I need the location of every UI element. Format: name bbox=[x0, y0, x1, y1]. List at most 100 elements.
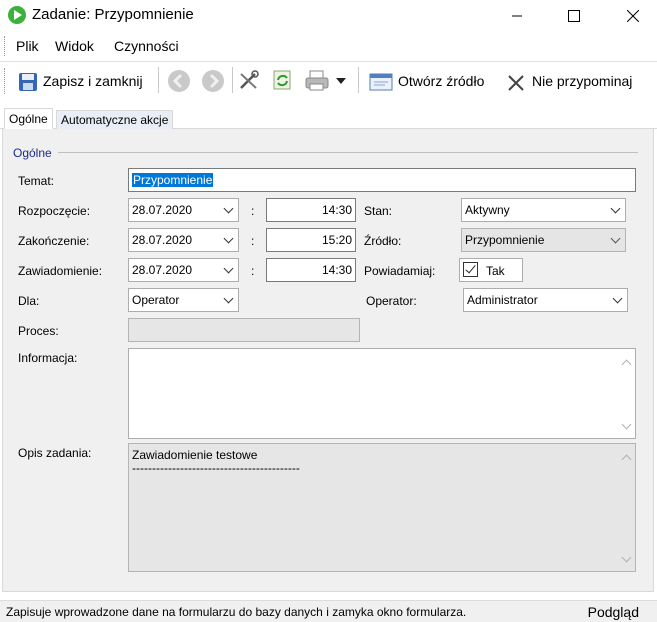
for-value: Operator bbox=[132, 293, 180, 307]
end-label: Zakończenie: bbox=[18, 234, 90, 248]
printer-icon bbox=[305, 70, 329, 91]
operator-select[interactable]: Administrator bbox=[463, 288, 628, 312]
refresh-button[interactable] bbox=[272, 69, 294, 91]
process-input[interactable] bbox=[128, 318, 360, 342]
status-value: Aktywny bbox=[465, 203, 510, 217]
back-button[interactable] bbox=[167, 69, 191, 93]
chevron-down-icon bbox=[223, 233, 234, 244]
info-label: Informacja: bbox=[18, 351, 78, 365]
group-divider bbox=[58, 152, 638, 153]
status-label: Stan: bbox=[364, 204, 393, 218]
time-colon: : bbox=[251, 234, 255, 248]
for-select[interactable]: Operator bbox=[128, 288, 239, 312]
remind-value: Tak bbox=[486, 264, 505, 278]
start-time-input[interactable]: 14:30 bbox=[266, 198, 356, 222]
remind-label: Powiadamiaj: bbox=[364, 264, 436, 278]
chevron-down-icon bbox=[610, 203, 621, 214]
toolbar-separator bbox=[232, 67, 233, 93]
toolbar-separator bbox=[158, 67, 159, 93]
status-select[interactable]: Aktywny bbox=[461, 198, 626, 222]
subject-value: Przypomnienie bbox=[132, 173, 214, 187]
tab-ogolne[interactable]: Ogólne bbox=[4, 108, 53, 129]
process-label: Proces: bbox=[18, 324, 59, 338]
maximize-button[interactable] bbox=[551, 0, 597, 31]
status-text: Zapisuje wprowadzone dane na formularzu … bbox=[6, 605, 467, 619]
chevron-down-icon bbox=[223, 203, 234, 214]
chevron-down-icon bbox=[612, 293, 623, 304]
subject-label: Temat: bbox=[18, 174, 55, 188]
tab-automatyczne-akcje[interactable]: Automatyczne akcje bbox=[56, 110, 174, 129]
remind-checkbox[interactable]: Tak bbox=[459, 258, 523, 282]
subject-input[interactable]: Przypomnienie bbox=[128, 168, 636, 192]
title-bar: Zadanie: Przypomnienie bbox=[0, 0, 657, 31]
end-date-value: 28.07.2020 bbox=[132, 233, 193, 247]
menu-czynnosci[interactable]: Czynności bbox=[114, 38, 179, 54]
save-close-label: Zapisz i zamknij bbox=[43, 73, 143, 89]
desc-label: Opis zadania: bbox=[18, 446, 92, 460]
minimize-button[interactable] bbox=[494, 0, 540, 31]
toolbar-grip bbox=[4, 68, 7, 94]
open-source-button[interactable]: Otwórz źródło bbox=[366, 68, 496, 96]
close-button[interactable] bbox=[610, 0, 656, 31]
notify-time-input[interactable]: 14:30 bbox=[266, 258, 356, 282]
app-play-icon bbox=[8, 6, 26, 24]
end-time-value: 15:20 bbox=[321, 233, 352, 247]
source-value: Przypomnienie bbox=[465, 233, 545, 247]
save-close-button[interactable]: Zapisz i zamknij bbox=[14, 68, 158, 96]
scroll-up-icon[interactable] bbox=[621, 359, 632, 370]
menu-plik[interactable]: Plik bbox=[16, 38, 39, 54]
open-source-icon bbox=[369, 73, 393, 91]
forward-button[interactable] bbox=[201, 69, 225, 93]
dont-remind-button[interactable]: Nie przypominaj bbox=[504, 68, 650, 96]
scroll-down-icon[interactable] bbox=[621, 419, 632, 430]
desc-line-1: Zawiadomienie testowe bbox=[132, 448, 258, 462]
preview-label[interactable]: Podgląd bbox=[588, 604, 639, 620]
minimize-icon bbox=[512, 15, 522, 16]
operator-value: Administrator bbox=[467, 293, 538, 307]
notify-date-value: 28.07.2020 bbox=[132, 263, 193, 277]
tools-button[interactable] bbox=[238, 69, 260, 91]
tools-icon bbox=[240, 70, 259, 89]
toolbar-separator bbox=[358, 67, 359, 93]
operator-label: Operator: bbox=[366, 294, 417, 308]
notify-date-picker[interactable]: 28.07.2020 bbox=[128, 258, 239, 282]
desc-line-2: ----------------------------------------… bbox=[132, 461, 300, 475]
chevron-down-icon bbox=[223, 293, 234, 304]
for-label: Dla: bbox=[18, 294, 40, 308]
floppy-save-icon bbox=[19, 73, 37, 91]
source-select[interactable]: Przypomnienie bbox=[461, 228, 626, 252]
desc-textarea[interactable]: Zawiadomienie testowe ------------------… bbox=[128, 443, 636, 572]
end-date-picker[interactable]: 28.07.2020 bbox=[128, 228, 239, 252]
x-cross-icon bbox=[508, 75, 524, 91]
end-time-input[interactable]: 15:20 bbox=[266, 228, 356, 252]
forward-arrow-icon bbox=[202, 70, 224, 92]
scroll-up-icon[interactable] bbox=[621, 454, 632, 465]
dropdown-caret-icon bbox=[336, 78, 346, 84]
info-textarea[interactable] bbox=[128, 348, 636, 439]
dont-remind-label: Nie przypominaj bbox=[532, 73, 633, 89]
start-date-picker[interactable]: 28.07.2020 bbox=[128, 198, 239, 222]
maximize-icon bbox=[568, 9, 580, 22]
time-colon: : bbox=[251, 264, 255, 278]
print-button[interactable] bbox=[305, 68, 349, 94]
scroll-down-icon[interactable] bbox=[621, 552, 632, 563]
start-time-value: 14:30 bbox=[321, 203, 352, 217]
time-colon: : bbox=[251, 204, 255, 218]
start-label: Rozpoczęcie: bbox=[18, 204, 91, 218]
group-title: Ogólne bbox=[13, 146, 52, 160]
status-bar: Zapisuje wprowadzone dane na formularzu … bbox=[0, 600, 657, 622]
chevron-down-icon bbox=[610, 233, 621, 244]
checkmark-icon bbox=[463, 262, 478, 277]
source-label: Źródło: bbox=[364, 234, 402, 248]
start-date-value: 28.07.2020 bbox=[132, 203, 193, 217]
refresh-icon bbox=[273, 70, 291, 90]
toolbar: Zapisz i zamknij Otwórz źródło Nie przyp… bbox=[0, 61, 657, 99]
window-title: Zadanie: Przypomnienie bbox=[32, 6, 194, 23]
notify-time-value: 14:30 bbox=[321, 263, 352, 277]
back-arrow-icon bbox=[168, 70, 190, 92]
notify-label: Zawiadomienie: bbox=[18, 264, 103, 278]
close-icon bbox=[627, 9, 639, 22]
menu-bar: Plik Widok Czynności bbox=[0, 33, 657, 59]
menu-widok[interactable]: Widok bbox=[55, 38, 94, 54]
menu-grip bbox=[4, 36, 7, 56]
